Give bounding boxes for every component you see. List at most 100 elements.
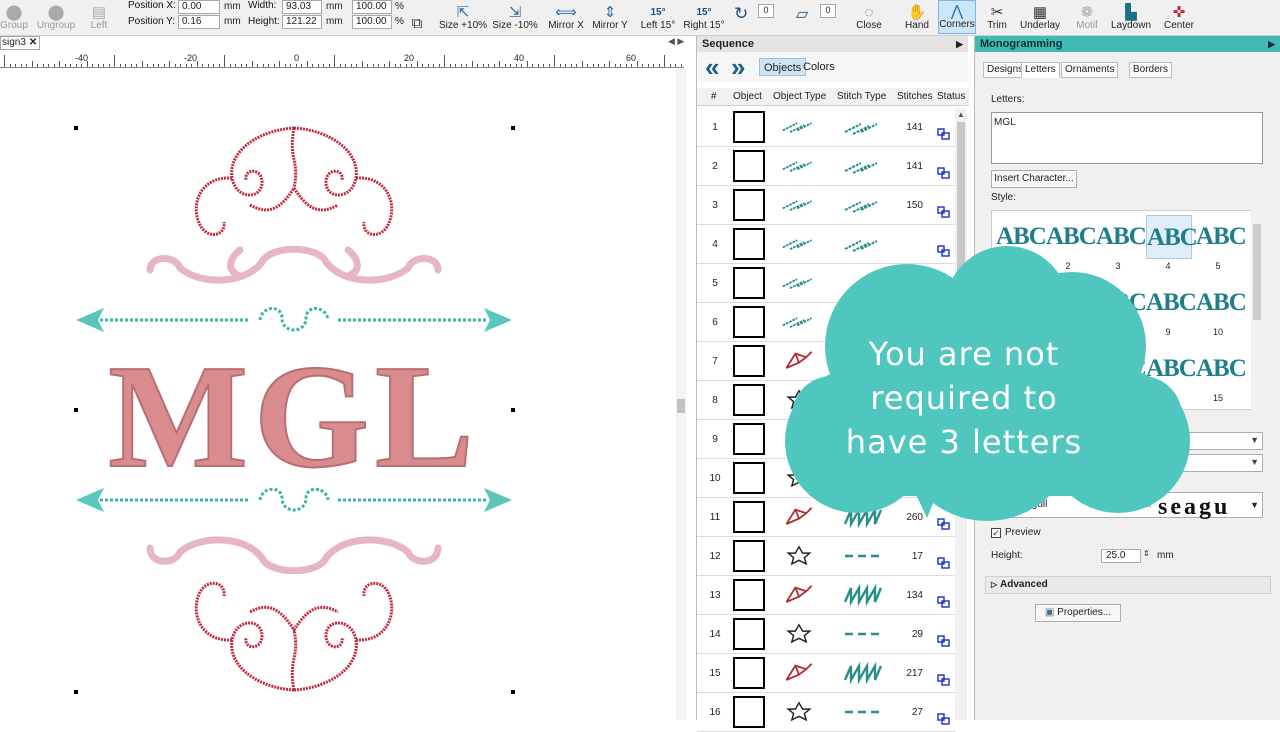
col-number[interactable]: #	[711, 91, 717, 102]
mirror-y-icon: ⇕	[603, 4, 617, 21]
laydown-button[interactable]: ▙ Laydown	[1108, 0, 1154, 34]
table-row[interactable]: 11 260	[697, 498, 955, 537]
style-scroll-thumb[interactable]	[1253, 224, 1261, 320]
previous-icon[interactable]: «	[705, 54, 719, 80]
style-option[interactable]: ABC 3	[1094, 213, 1147, 277]
selection-handle[interactable]	[74, 408, 78, 412]
tab-borders[interactable]: Borders	[1129, 62, 1173, 78]
col-stitch-type[interactable]: Stitch Type	[837, 91, 886, 102]
document-tab[interactable]: sign3 ✕	[0, 36, 40, 50]
height-stepper[interactable]: ⇕	[1143, 549, 1150, 558]
table-row[interactable]: 13 134	[697, 576, 955, 615]
style-option[interactable]: ABC 1	[994, 213, 1047, 277]
tab-colors[interactable]: Colors	[799, 58, 839, 76]
panel-arrow-icon[interactable]: ▶	[1268, 36, 1275, 52]
width-input[interactable]: 93.03	[282, 0, 322, 14]
center-button[interactable]: ✜ Center	[1160, 0, 1198, 34]
selection-handle[interactable]	[74, 126, 78, 130]
table-row[interactable]: 4	[697, 225, 955, 264]
table-row[interactable]: 16 27	[697, 693, 955, 732]
status-icon	[937, 518, 950, 530]
next-icon[interactable]: »	[731, 54, 745, 80]
selection-handle[interactable]	[74, 690, 78, 694]
style-scrollbar[interactable]	[1251, 210, 1263, 410]
canvas-scroll-thumb[interactable]	[677, 399, 685, 413]
table-row[interactable]: 15 217	[697, 654, 955, 693]
table-row[interactable]: 3 150	[697, 186, 955, 225]
scale-width-input[interactable]: 100.00	[352, 0, 392, 14]
stitch-type-icon	[843, 155, 883, 177]
col-object-type[interactable]: Object Type	[773, 91, 826, 102]
ruler-tick	[532, 64, 533, 67]
height-input[interactable]: 25.0	[1101, 549, 1141, 563]
size-minus-button[interactable]: ⇲ Size -10%	[490, 0, 540, 34]
ruler-tick	[367, 64, 368, 67]
canvas-scrollbar[interactable]	[676, 69, 686, 720]
ruler-tick	[103, 64, 104, 67]
motif-button[interactable]: ❁ Motif	[1070, 0, 1104, 34]
monogram-text[interactable]: MGL	[107, 334, 480, 500]
style-option[interactable]: ABC 5	[1194, 213, 1247, 277]
preview-checkbox[interactable]: ✓	[991, 528, 1001, 538]
font-dropdown[interactable]: ≡ Seagull ( 10 - 20... seagu ▼	[991, 492, 1263, 520]
letters-input[interactable]: MGL	[991, 112, 1263, 164]
rotate-right-button[interactable]: 15° Right 15°	[682, 0, 726, 34]
align-left-button[interactable]: ▤ Left	[86, 0, 112, 34]
table-row[interactable]: 5	[697, 264, 955, 303]
object-type-icon	[781, 467, 817, 489]
mirror-y-button[interactable]: ⇕ Mirror Y	[590, 0, 630, 34]
insert-character-button[interactable]: Insert Character...	[991, 170, 1077, 188]
properties-button[interactable]: ▣ Properties...	[1035, 604, 1121, 622]
tab-scroll-arrows[interactable]: ◀ ▶	[668, 36, 684, 47]
position-y-input[interactable]: 0.16	[178, 15, 220, 29]
style-option[interactable]: ABC 2	[1044, 213, 1097, 277]
table-row[interactable]: 12 17	[697, 537, 955, 576]
slant-input[interactable]: 0	[820, 4, 836, 18]
table-row[interactable]: 2 141	[697, 147, 955, 186]
selection-handle[interactable]	[511, 126, 515, 130]
close-button[interactable]: ◌ Close	[852, 0, 886, 34]
ruler-tick	[53, 64, 55, 67]
ungroup-button[interactable]: ⬤ Ungroup	[34, 0, 78, 34]
col-status[interactable]: Status	[937, 91, 965, 102]
tab-letters[interactable]: Letters	[1021, 62, 1060, 78]
selection-handle[interactable]	[511, 408, 515, 412]
hand-button[interactable]: ✋ Hand	[900, 0, 934, 34]
col-stitches[interactable]: Stitches	[897, 91, 933, 102]
rotate-left-button[interactable]: 15° Left 15°	[638, 0, 678, 34]
scroll-up-icon[interactable]: ▲	[957, 110, 965, 119]
size-plus-button[interactable]: ⇱ Size +10%	[438, 0, 488, 34]
position-x-input[interactable]: 0.00	[178, 0, 220, 14]
close-tab-icon[interactable]: ✕	[29, 37, 37, 48]
underlay-button[interactable]: ▦ Underlay	[1018, 0, 1062, 34]
panel-arrow-icon[interactable]: ▶	[956, 36, 963, 52]
design-canvas[interactable]: MGL	[0, 69, 676, 720]
sequence-scroll-thumb[interactable]	[957, 122, 965, 302]
mirror-x-button[interactable]: ⟺ Mirror X	[546, 0, 586, 34]
ruler-tick	[488, 64, 489, 67]
table-row[interactable]: 10	[697, 459, 955, 498]
style-option[interactable]: ABC 9	[1144, 279, 1197, 343]
monogram-design[interactable]: MGL	[0, 69, 676, 720]
object-thumbnail	[733, 111, 765, 143]
scale-height-input[interactable]: 100.00	[352, 15, 392, 29]
col-object[interactable]: Object	[733, 91, 762, 102]
style-option[interactable]: ABC	[1144, 345, 1197, 409]
corners-button[interactable]: ⋀ Corners	[938, 0, 976, 34]
advanced-section[interactable]: ▷ Advanced	[985, 576, 1271, 594]
object-type-icon	[781, 545, 817, 567]
lock-proportions-button[interactable]: ⧉	[406, 0, 428, 34]
tab-ornaments[interactable]: Ornaments	[1061, 62, 1119, 78]
selection-handle[interactable]	[511, 690, 515, 694]
table-row[interactable]: 14 29	[697, 615, 955, 654]
style-option[interactable]: ABC 15	[1194, 345, 1247, 409]
group-button[interactable]: ⬤ Group	[0, 0, 28, 34]
height-input[interactable]: 121.22	[282, 15, 322, 29]
style-option[interactable]: ABC 4	[1144, 213, 1198, 277]
style-option[interactable]: ABC 10	[1194, 279, 1247, 343]
table-row[interactable]: 1 141	[697, 108, 955, 147]
stitch-type-icon	[843, 623, 883, 645]
ruler-tick	[422, 64, 423, 67]
rotate-input[interactable]: 0	[758, 4, 774, 18]
trim-button[interactable]: ✂ Trim	[982, 0, 1012, 34]
